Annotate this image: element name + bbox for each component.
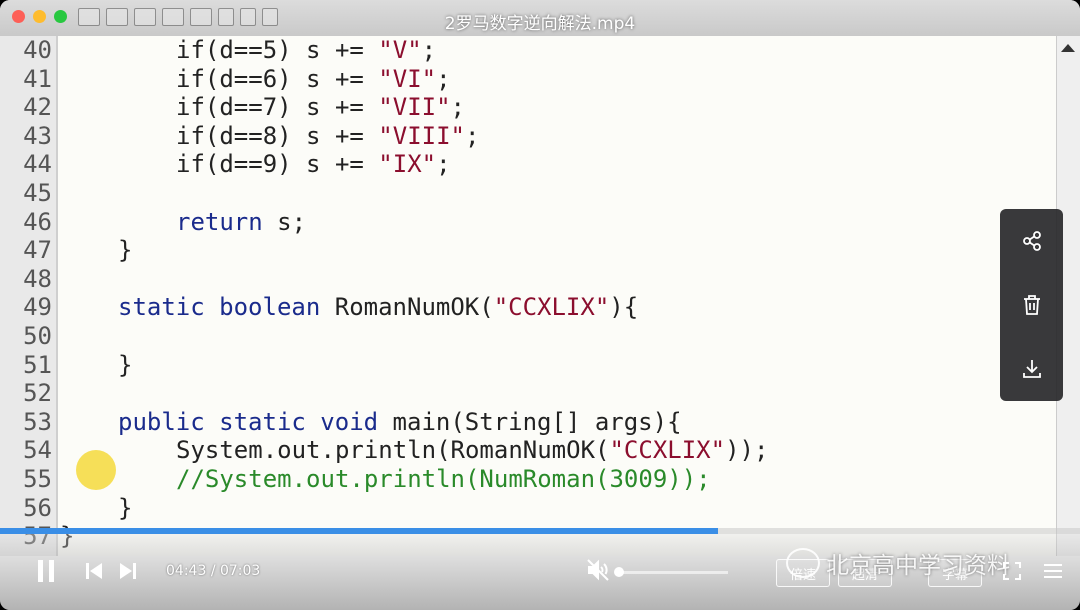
code-editor: 40 if(d==5) s += "V"; 41 if(d==6) s += "VI"… (0, 36, 1056, 556)
duration: 07:03 (219, 563, 261, 579)
code-token: "CCXLIX" (609, 436, 726, 465)
next-button[interactable] (118, 561, 138, 585)
line-number: 42 (23, 93, 52, 122)
line-number: 50 (23, 322, 52, 350)
mouse-cursor-highlight (76, 450, 116, 490)
code-token: if(d==5) s += (176, 36, 379, 64)
code-line: if(d==6) s += "VI"; (176, 65, 451, 93)
progress-bar[interactable] (0, 528, 1080, 534)
title-bar: 2罗马数字逆向解法.mp4 (0, 0, 1080, 37)
code-token: static boolean (118, 293, 321, 322)
line-number: 45 (23, 179, 52, 207)
code-line: public static void main(String[] args){ (118, 408, 682, 436)
share-icon (1022, 231, 1041, 251)
code-token: ; (436, 64, 451, 93)
code-line: } (118, 236, 132, 264)
side-action-panel (1000, 209, 1063, 401)
code-token: "V" (378, 36, 422, 64)
code-token: "VIII" (378, 121, 465, 150)
code-token: public static void (118, 407, 379, 436)
list-icon (1044, 564, 1062, 578)
line-number: 52 (23, 379, 52, 408)
line-number: 44 (23, 150, 52, 179)
line-number: 54 (23, 436, 52, 465)
code-token: } (118, 236, 133, 265)
code-line: if(d==5) s += "V"; (176, 36, 436, 64)
line-number: 47 (23, 236, 52, 265)
code-token: //System.out.println(NumRoman(3009)); (176, 465, 711, 493)
watermark: 北京高中学习资料 (786, 546, 1010, 580)
code-token: if(d==6) s += (176, 64, 379, 93)
code-token: } (118, 493, 133, 522)
line-number: 41 (23, 64, 52, 93)
code-token: return (176, 207, 263, 236)
code-token: s; (262, 207, 307, 236)
pause-icon (38, 560, 54, 582)
code-line: System.out.println(RomanNumOK("CCXLIX"))… (176, 436, 768, 464)
code-token: "VI" (378, 64, 437, 93)
code-line: if(d==7) s += "VII"; (176, 93, 465, 121)
volume-slider[interactable] (622, 571, 728, 574)
code-token: RomanNumOK( (320, 293, 494, 322)
video-player: 2罗马数字逆向解法.mp4 40 if(d==5) s += "V"; 41 if(d… (0, 0, 1080, 610)
pause-button[interactable] (36, 558, 56, 588)
code-token: if(d==8) s += (176, 121, 379, 150)
code-token: ){ (609, 293, 639, 322)
fullscreen-icon (1003, 562, 1021, 580)
video-title: 2罗马数字逆向解法.mp4 (444, 14, 636, 34)
skip-next-icon (120, 563, 136, 579)
code-line: } (118, 494, 132, 522)
line-number: 49 (23, 293, 52, 322)
fullscreen-button[interactable] (1002, 561, 1022, 585)
previous-button[interactable] (84, 561, 104, 585)
line-number: 40 (23, 36, 52, 64)
code-token: "CCXLIX" (493, 293, 610, 322)
current-time: 04:43 (166, 563, 207, 579)
download-icon (1022, 360, 1041, 378)
share-button[interactable] (1000, 209, 1063, 273)
code-token: "IX" (378, 150, 437, 179)
code-token: System.out.println(RomanNumOK( (176, 436, 610, 465)
delete-button[interactable] (1000, 273, 1063, 337)
code-token: ; (450, 93, 465, 122)
code-token: if(d==7) s += (176, 93, 379, 122)
code-token: if(d==9) s += (176, 150, 379, 179)
code-token: ; (421, 36, 437, 64)
download-button[interactable] (1000, 337, 1063, 401)
code-line: if(d==9) s += "IX"; (176, 150, 451, 178)
code-token: } (118, 350, 133, 379)
playlist-button[interactable] (1042, 561, 1064, 585)
wechat-icon (786, 548, 820, 578)
volume-slider-handle[interactable] (614, 567, 624, 577)
code-line: static boolean RomanNumOK("CCXLIX"){ (118, 293, 638, 321)
playback-time: 04:43 / 07:03 (166, 563, 260, 579)
skip-previous-icon (86, 563, 102, 579)
time-separator: / (210, 563, 216, 579)
code-line: if(d==8) s += "VIII"; (176, 122, 479, 150)
muted-speaker-icon (587, 559, 609, 581)
line-number: 55 (23, 465, 52, 493)
code-line: } (118, 351, 132, 379)
line-number: 46 (23, 207, 52, 236)
code-token: main(String[] args){ (378, 407, 682, 436)
code-line: return s; (176, 208, 306, 236)
mute-button[interactable] (586, 558, 610, 586)
progress-fill (0, 528, 719, 534)
code-line: //System.out.println(NumRoman(3009)); (176, 465, 711, 493)
scroll-up-icon[interactable] (1061, 44, 1075, 52)
line-number: 56 (23, 493, 52, 522)
trash-icon (1023, 295, 1040, 315)
code-token: ; (436, 150, 451, 179)
line-number: 43 (23, 121, 52, 150)
line-number: 48 (23, 264, 52, 293)
code-token: ; (465, 121, 480, 150)
line-number: 51 (23, 350, 52, 379)
player-controls: 04:43 / 07:03 倍速 超清 字幕 北京高中学习资料 (0, 534, 1080, 610)
watermark-text: 北京高中学习资料 (826, 553, 1010, 579)
code-token: "VII" (378, 93, 451, 122)
code-token: )); (725, 436, 769, 465)
line-number: 53 (23, 407, 52, 436)
